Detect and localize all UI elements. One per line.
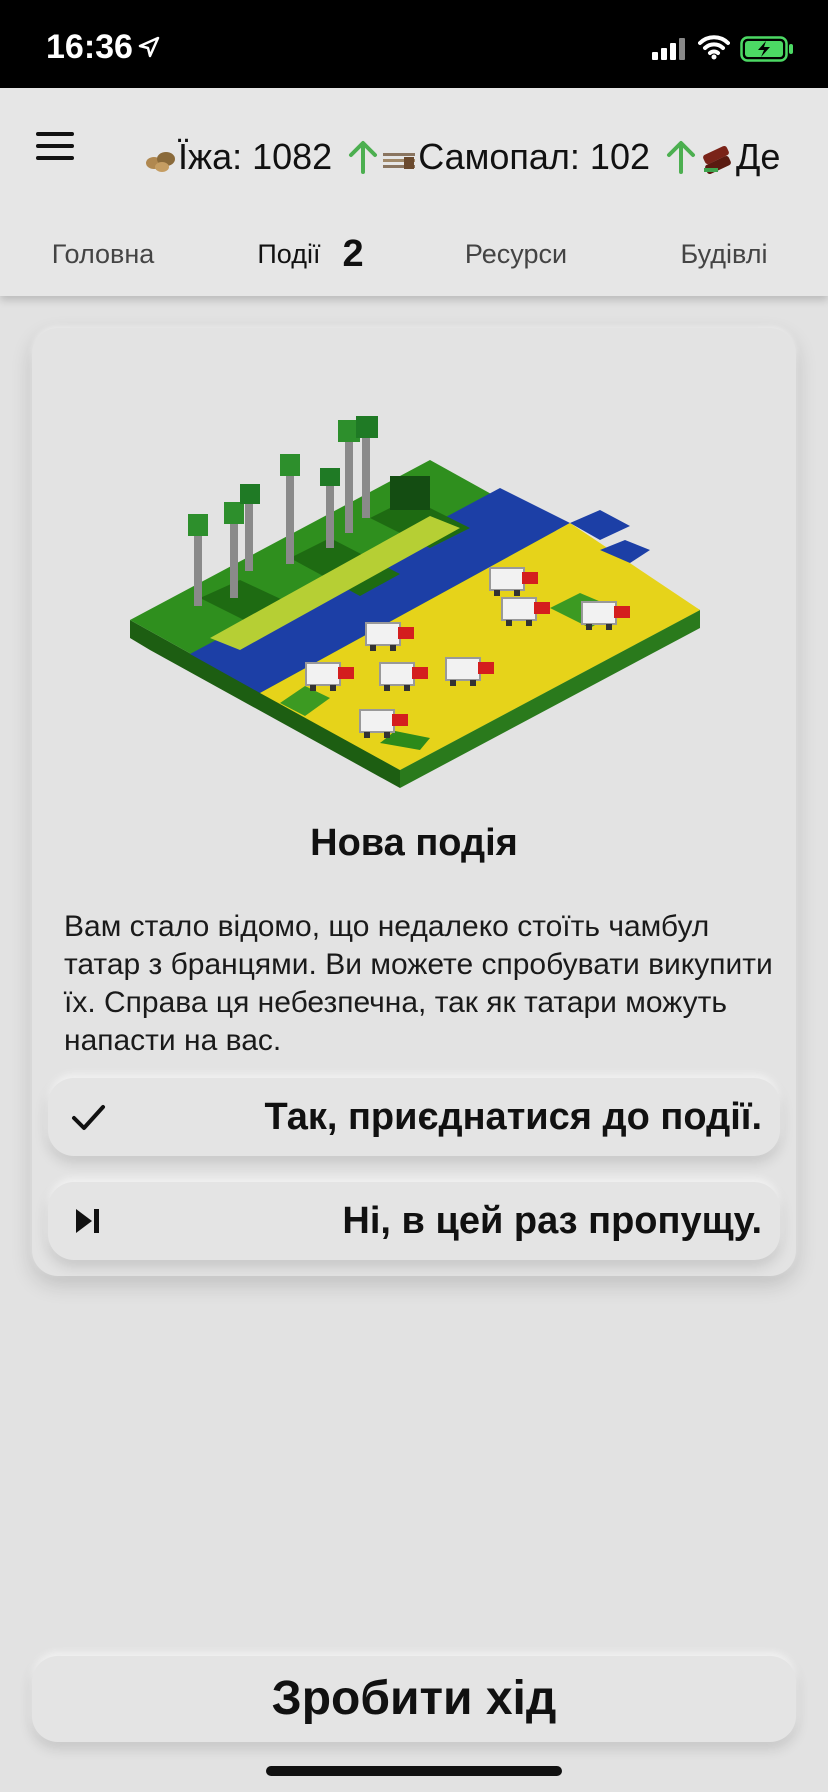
- checkmark-icon: [72, 1105, 105, 1130]
- musket-icon: [383, 152, 416, 169]
- resource-wood: Де: [700, 130, 780, 182]
- resource-food-text: Їжа: 1082: [178, 136, 333, 178]
- hamburger-menu-icon[interactable]: [36, 130, 76, 164]
- wifi-icon: [698, 35, 730, 60]
- tab-home-label: Головна: [51, 239, 155, 269]
- trend-up-arrow-icon: [667, 141, 695, 175]
- tab-resources-label: Ресурси: [464, 239, 568, 269]
- battery-charging-icon: [740, 36, 793, 62]
- resource-wood-text: Де: [736, 136, 781, 178]
- accept-event-label: Так, приєднатися до події.: [264, 1096, 762, 1138]
- resource-strip[interactable]: Їжа: 1082 Самопал: 102 Де: [144, 128, 796, 182]
- make-turn-button[interactable]: Зробити хід: [32, 1656, 796, 1742]
- home-indicator[interactable]: [266, 1766, 562, 1776]
- voxel-river-camp-with-carts-illustration: [130, 416, 700, 788]
- tab-home[interactable]: Головна: [20, 228, 186, 296]
- event-card: Нова подія Вам стало відомо, що недалеко…: [32, 328, 796, 1276]
- status-time: 16:36: [46, 28, 133, 66]
- trend-up-arrow-icon: [349, 141, 378, 175]
- location-arrow-icon: [138, 36, 160, 58]
- app-header: Їжа: 1082 Самопал: 102 Де Головна Події …: [0, 88, 828, 436]
- tab-events-label: Події: [257, 239, 321, 269]
- cellular-signal-icon: [652, 38, 685, 60]
- resource-musket-text: Самопал: 102: [418, 136, 650, 178]
- tab-events-badge: 2: [342, 233, 364, 275]
- skip-event-button[interactable]: Ні, в цей раз пропущу.: [48, 1182, 780, 1260]
- status-bar: 16:36: [0, 0, 828, 88]
- event-title: Нова подія: [310, 822, 518, 864]
- event-description: Вам стало відомо, що недалеко стоїть чам…: [64, 910, 773, 1057]
- tab-bar: Головна Події 2 Ресурси Будівлі: [0, 228, 828, 436]
- tab-buildings[interactable]: Будівлі: [640, 228, 808, 296]
- skip-next-icon: [76, 1209, 99, 1233]
- accept-event-button[interactable]: Так, приєднатися до події.: [48, 1078, 780, 1156]
- food-icon: [146, 151, 175, 172]
- resource-food: Їжа: 1082: [144, 130, 332, 182]
- skip-event-label: Ні, в цей раз пропущу.: [342, 1200, 762, 1242]
- wood-icon: [703, 145, 731, 175]
- tab-buildings-label: Будівлі: [680, 239, 768, 269]
- tab-events[interactable]: Події 2: [209, 228, 412, 296]
- tab-resources[interactable]: Ресурси: [430, 228, 602, 296]
- resource-musket: Самопал: 102: [382, 130, 650, 182]
